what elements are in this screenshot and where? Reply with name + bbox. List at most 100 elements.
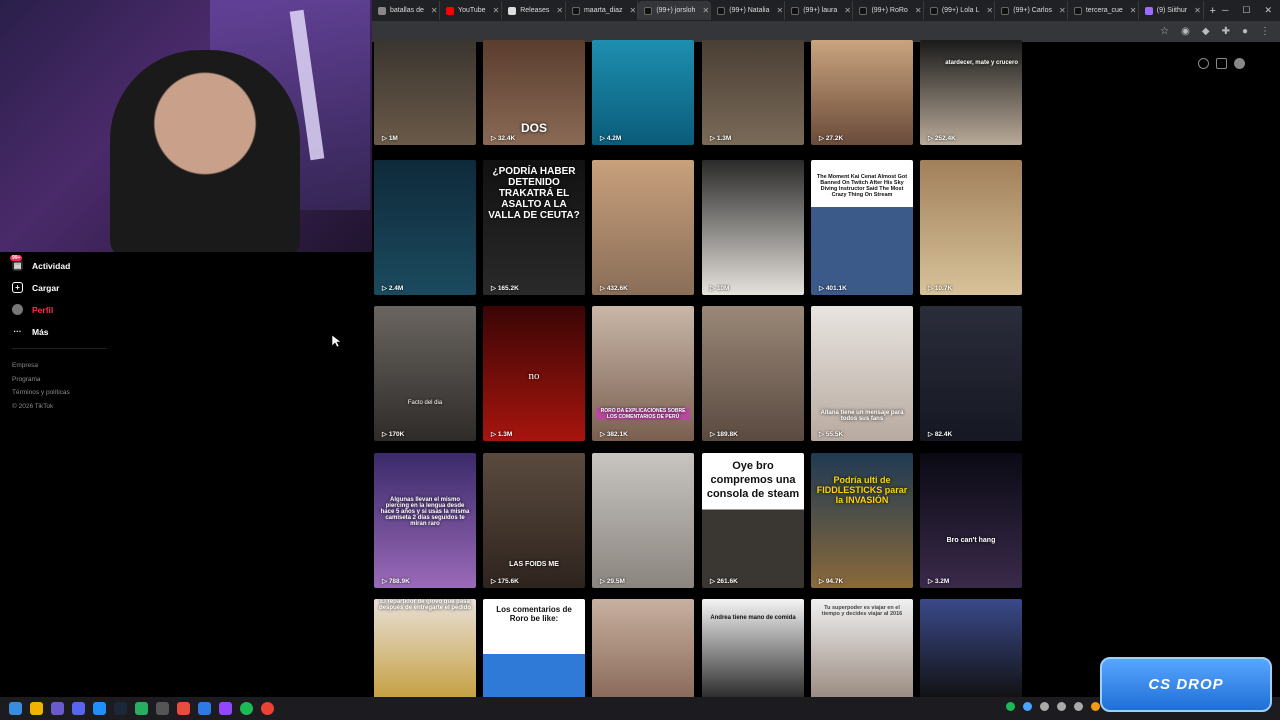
app-icon[interactable] [135, 702, 148, 715]
tab-8[interactable]: (99+) Lola L ✕ [924, 1, 996, 20]
video-thumbnail[interactable]: Oye bro compremos una consola de steam ▷ … [702, 453, 804, 588]
footer-link-terminos[interactable]: Términos y políticas [12, 386, 70, 400]
video-thumbnail[interactable]: Aitana tiene un mensaje para todos sus f… [811, 306, 913, 441]
close-icon[interactable]: ✕ [630, 6, 637, 15]
spotify-icon[interactable] [240, 702, 253, 715]
tray-icon[interactable] [1040, 702, 1049, 711]
tray-icon[interactable] [1074, 702, 1083, 711]
tab-11[interactable]: (9) Siithur ✕ [1139, 1, 1204, 20]
video-thumbnail[interactable]: ▷ 2.4M [374, 160, 476, 295]
pip-icon[interactable] [1198, 58, 1209, 69]
search-icon[interactable] [30, 702, 43, 715]
view-count: ▷ 189.8K [710, 430, 738, 438]
minimize-icon[interactable]: ─ [1222, 5, 1228, 16]
steam-icon[interactable] [114, 702, 127, 715]
video-thumbnail[interactable]: ▷ 189.8K [702, 306, 804, 441]
tab-7[interactable]: (99+) RoRo ✕ [853, 1, 924, 20]
close-window-icon[interactable]: ✕ [1264, 5, 1272, 16]
windows-start-icon[interactable] [9, 702, 22, 715]
close-icon[interactable]: ✕ [1059, 6, 1066, 15]
tray-icon[interactable] [1023, 702, 1032, 711]
video-thumbnail[interactable]: Los comentarios de Roro be like: [483, 599, 585, 699]
close-icon[interactable]: ✕ [844, 6, 851, 15]
bookmark-star-icon[interactable]: ☆ [1160, 26, 1169, 37]
extension-icon[interactable]: ◉ [1181, 26, 1190, 37]
video-thumbnail[interactable]: ¿PODRÍA HABER DETENIDO TRAKATRÁ EL ASALT… [483, 160, 585, 295]
video-thumbnail[interactable]: RORO DA EXPLICACIONES SOBRE LOS COMENTAR… [592, 306, 694, 441]
video-thumbnail[interactable]: Algunas llevan el mismo piercing en la l… [374, 453, 476, 588]
maximize-icon[interactable]: ☐ [1242, 5, 1250, 16]
tab-9[interactable]: (99+) Carlos ✕ [995, 1, 1068, 20]
avatar-icon[interactable] [1234, 58, 1245, 69]
video-thumbnail[interactable]: Andrea tiene mano de comida [702, 599, 804, 699]
tiktok-icon [791, 6, 800, 15]
sidebar-item-mas[interactable]: ··· Más [12, 326, 49, 337]
app-icon[interactable] [177, 702, 190, 715]
video-thumbnail[interactable]: ▷ 1.3M [702, 40, 804, 145]
view-count-value: 10M [716, 285, 730, 292]
sidebar-item-actividad[interactable]: ▤ 99+ Actividad [10, 255, 71, 271]
video-thumbnail[interactable]: DOS ▷ 32.4K [483, 40, 585, 145]
tab-1[interactable]: YouTube ✕ [440, 1, 503, 20]
chrome-icon[interactable] [261, 702, 274, 715]
close-icon[interactable]: ✕ [702, 6, 709, 15]
close-icon[interactable]: ✕ [1130, 6, 1137, 15]
tab-0[interactable]: batallas de ✕ [372, 1, 441, 20]
tray-icon[interactable] [1091, 702, 1100, 711]
tray-icon[interactable] [1006, 702, 1015, 711]
tab-6[interactable]: (99+) laura ✕ [785, 1, 854, 20]
close-icon[interactable]: ✕ [493, 6, 500, 15]
new-tab-button[interactable]: + [1204, 5, 1222, 17]
app-icon[interactable] [198, 702, 211, 715]
app-icon[interactable] [156, 702, 169, 715]
tab-2[interactable]: Releases ✕ [502, 1, 566, 20]
view-count: ▷ 401.1K [819, 284, 847, 292]
vpn-icon[interactable] [72, 702, 85, 715]
close-icon[interactable]: ✕ [986, 6, 993, 15]
video-thumbnail[interactable] [920, 599, 1022, 699]
mobile-icon[interactable] [1216, 58, 1227, 69]
video-thumbnail[interactable]: ▷ 432.6K [592, 160, 694, 295]
extension-icon[interactable]: ◆ [1202, 26, 1210, 37]
sidebar-item-perfil[interactable]: Perfil [12, 304, 53, 315]
sidebar-item-label: Actividad [32, 260, 71, 271]
app-icon[interactable] [51, 702, 64, 715]
video-thumbnail[interactable]: Facto del dia ▷ 170K [374, 306, 476, 441]
favicon-icon [378, 6, 386, 15]
footer-link-empresa[interactable]: Empresa [12, 359, 70, 373]
app-icon[interactable] [93, 702, 106, 715]
video-thumbnail[interactable]: Bro can't hang ▷ 3.2M [920, 453, 1022, 588]
video-thumbnail[interactable] [592, 599, 694, 699]
video-thumbnail[interactable]: atardecer, mate y crucero ▷ 252.4K [920, 40, 1022, 145]
video-thumbnail[interactable]: LAS FOIDS ME ▷ 175.6K [483, 453, 585, 588]
video-thumbnail[interactable]: The Moment Kai Cenat Almost Got Banned O… [811, 160, 913, 295]
video-thumbnail[interactable]: Podría ulti de FIDDLESTICKS parar la INV… [811, 453, 913, 588]
video-thumbnail[interactable]: ▷ 82.4K [920, 306, 1022, 441]
close-icon[interactable]: ✕ [1194, 6, 1201, 15]
close-icon[interactable]: ✕ [431, 6, 438, 15]
menu-dots-icon[interactable]: ⋮ [1260, 26, 1270, 37]
tab-3[interactable]: maarta_diaz ✕ [566, 1, 639, 20]
profile-icon[interactable]: ● [1242, 26, 1248, 37]
video-thumbnail[interactable]: Tu superpoder es viajar en el tiempo y d… [811, 599, 913, 699]
video-thumbnail[interactable]: ▷ 10.7K [920, 160, 1022, 295]
video-thumbnail[interactable]: ▷ 1M [374, 40, 476, 145]
video-thumbnail[interactable]: ▷ 29.5M [592, 453, 694, 588]
close-icon[interactable]: ✕ [915, 6, 922, 15]
video-thumbnail[interactable]: no ▷ 1.3M [483, 306, 585, 441]
play-icon: ▷ [600, 431, 607, 438]
video-thumbnail[interactable]: ▷ 10M [702, 160, 804, 295]
video-thumbnail[interactable]: El repartidor de glovo que pasa después … [374, 599, 476, 699]
sidebar-item-cargar[interactable]: + Cargar [12, 282, 59, 293]
tray-icon[interactable] [1057, 702, 1066, 711]
footer-link-programa[interactable]: Programa [12, 373, 70, 387]
tab-10[interactable]: tercera_cue ✕ [1068, 1, 1139, 20]
video-thumbnail[interactable]: ▷ 4.2M [592, 40, 694, 145]
close-icon[interactable]: ✕ [777, 6, 784, 15]
app-icon[interactable] [219, 702, 232, 715]
close-icon[interactable]: ✕ [556, 6, 563, 15]
tab-5[interactable]: (99+) Natalia ✕ [711, 1, 786, 20]
extensions-puzzle-icon[interactable]: ✚ [1222, 26, 1230, 37]
video-thumbnail[interactable]: ▷ 27.2K [811, 40, 913, 145]
tab-4[interactable]: (99+) jorsloh ✕ [638, 1, 712, 20]
